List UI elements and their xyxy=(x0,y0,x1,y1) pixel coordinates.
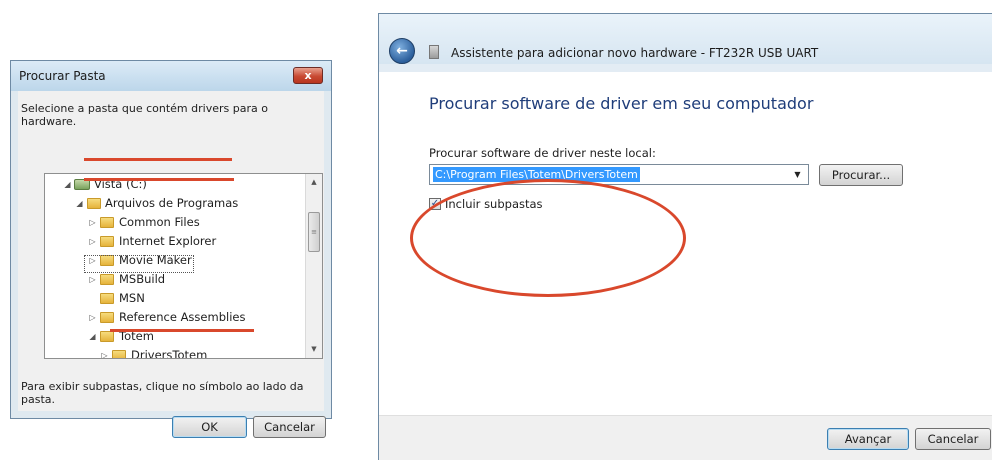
tree-item-label: Arquivos de Programas xyxy=(105,196,239,210)
folder-icon xyxy=(100,312,114,323)
hardware-device-icon xyxy=(429,45,439,59)
expanded-arrow-icon[interactable]: ◢ xyxy=(88,327,97,346)
scroll-up-icon[interactable]: ▲ xyxy=(306,174,322,191)
annotation-underline xyxy=(84,178,234,181)
collapsed-arrow-icon[interactable]: ▷ xyxy=(88,232,97,251)
annotation-oval xyxy=(410,179,686,297)
folder-icon xyxy=(112,350,126,358)
tree-scrollbar[interactable]: ▲ ≡ ▼ xyxy=(305,174,322,358)
ok-button[interactable]: OK xyxy=(172,416,247,438)
folder-icon xyxy=(87,198,101,209)
cancel-button[interactable]: Cancelar xyxy=(915,428,991,450)
close-icon: x xyxy=(304,69,312,82)
instruction-text: Selecione a pasta que contém drivers par… xyxy=(21,102,268,128)
expanded-arrow-icon[interactable]: ◢ xyxy=(75,194,84,213)
collapsed-arrow-icon[interactable]: ▷ xyxy=(88,308,97,327)
folder-icon xyxy=(100,331,114,342)
tree-item-label: Reference Assemblies xyxy=(119,310,246,324)
tree-item-label: Internet Explorer xyxy=(119,234,217,248)
location-label: Procurar software de driver neste local: xyxy=(429,146,656,160)
collapsed-arrow-icon[interactable]: ▷ xyxy=(88,213,97,232)
browse-button[interactable]: Procurar... xyxy=(819,164,903,186)
wizard-title: Assistente para adicionar novo hardware … xyxy=(451,46,819,60)
wizard-footer: Avançar Cancelar xyxy=(379,415,992,460)
expanded-arrow-icon[interactable]: ◢ xyxy=(63,175,72,194)
cancel-button[interactable]: Cancelar xyxy=(253,416,326,438)
folder-icon xyxy=(100,217,114,228)
dialog-body: Selecione a pasta que contém drivers par… xyxy=(18,91,326,438)
add-hardware-wizard: x ← Assistente para adicionar novo hardw… xyxy=(378,13,992,460)
hint-text: Para exibir subpastas, clique no símbolo… xyxy=(21,380,304,406)
back-button[interactable]: ← xyxy=(389,38,415,64)
back-arrow-icon: ← xyxy=(396,43,408,59)
annotation-underline xyxy=(84,158,232,161)
dropdown-arrow-icon[interactable]: ▼ xyxy=(789,166,806,183)
location-combobox[interactable]: C:\Program Files\Totem\DriversTotem ▼ xyxy=(429,164,809,185)
scroll-thumb[interactable]: ≡ xyxy=(308,212,320,252)
dialog-title: Procurar Pasta xyxy=(19,69,106,83)
tree-item-label: MSN xyxy=(119,291,145,305)
tree-item-label: Common Files xyxy=(119,215,200,229)
wizard-content: Procurar software de driver em seu compu… xyxy=(379,72,992,460)
selected-item-focus xyxy=(84,255,194,273)
folder-icon xyxy=(100,293,114,304)
collapsed-arrow-icon[interactable]: ▷ xyxy=(100,346,109,358)
page-heading: Procurar software de driver em seu compu… xyxy=(429,94,814,113)
folder-icon xyxy=(100,236,114,247)
wizard-header: ← Assistente para adicionar novo hardwar… xyxy=(379,14,992,64)
tree-item-label: DriversTotem xyxy=(131,348,208,359)
annotation-underline xyxy=(110,329,254,332)
browse-folder-dialog: Procurar Pasta x Selecione a pasta que c… xyxy=(10,60,332,438)
next-button[interactable]: Avançar xyxy=(827,428,909,450)
title-bar: Procurar Pasta x xyxy=(11,61,331,91)
close-button[interactable]: x xyxy=(293,67,323,84)
scroll-down-icon[interactable]: ▼ xyxy=(306,341,322,358)
folder-icon xyxy=(100,274,114,285)
